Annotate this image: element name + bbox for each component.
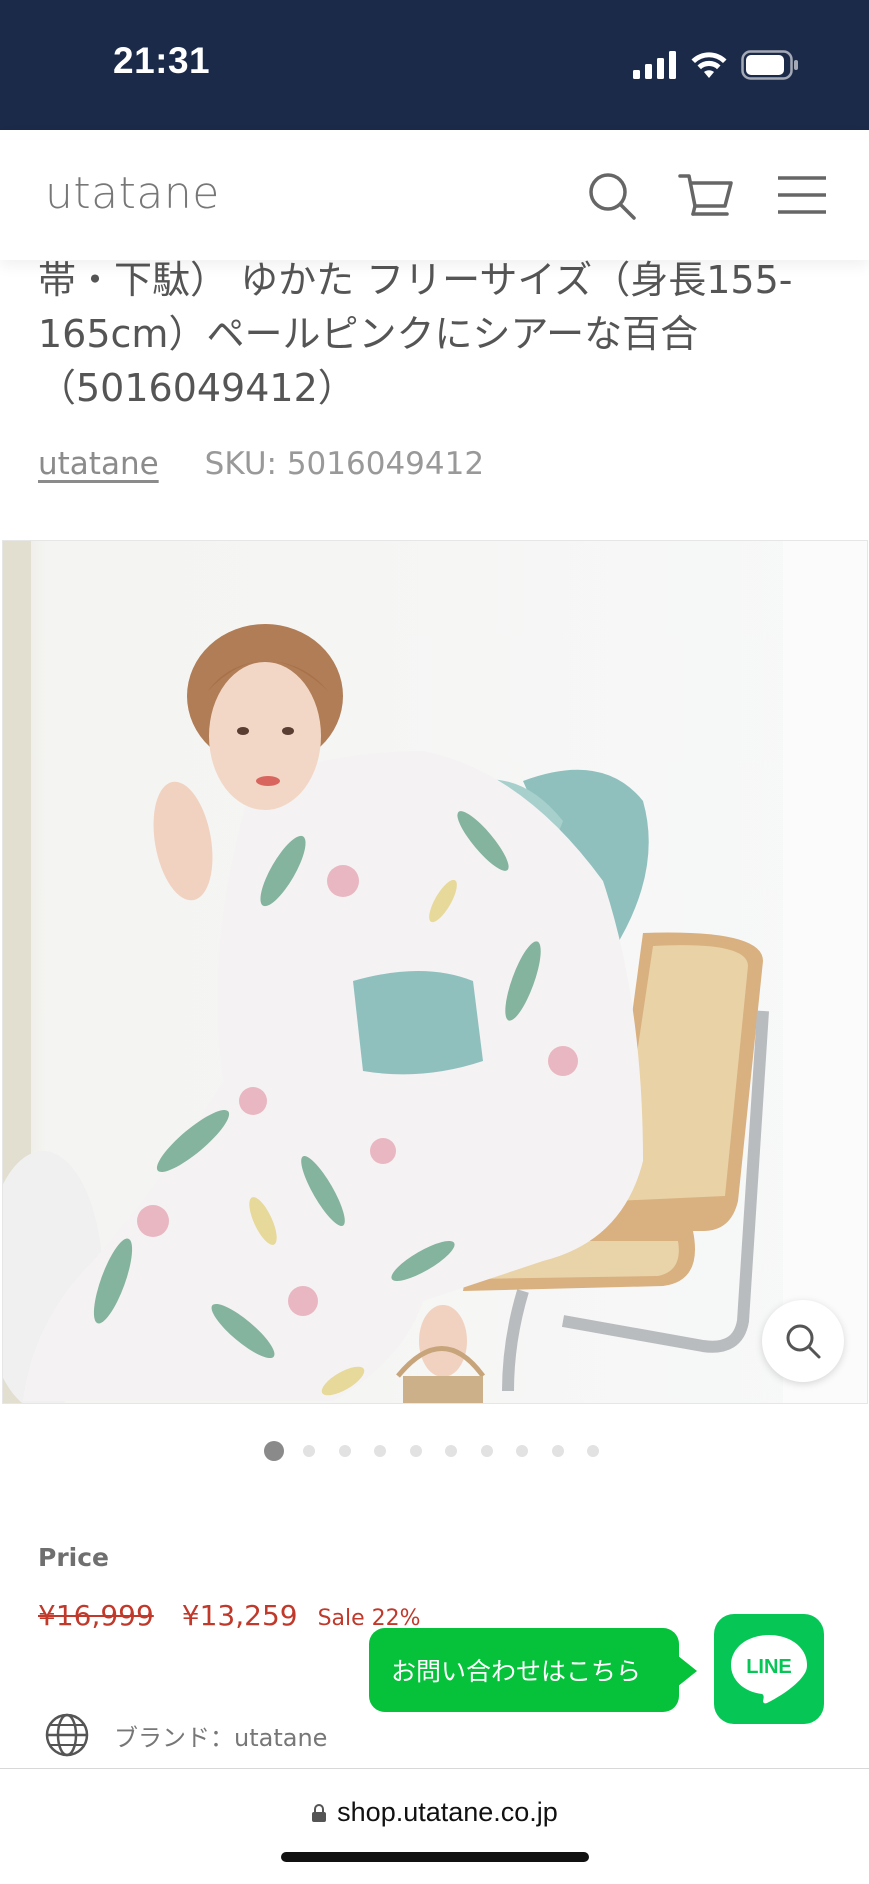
gallery-dot[interactable]: [445, 1445, 457, 1457]
gallery-dot[interactable]: [551, 1445, 564, 1457]
gallery-dot[interactable]: [374, 1445, 386, 1457]
gallery-dot[interactable]: [338, 1445, 351, 1457]
browser-address-bar[interactable]: shop.utatane.co.jp: [0, 1768, 869, 1884]
line-bubble-tail: [677, 1655, 697, 1687]
line-button[interactable]: LINE: [714, 1614, 824, 1724]
cart-icon[interactable]: [678, 168, 734, 224]
price-row: ¥16,999 ¥13,259 Sale 22%: [38, 1599, 421, 1632]
brand-text: ブランド：utatane: [114, 1723, 328, 1752]
lock-icon: [312, 1804, 327, 1822]
price-label: Price: [38, 1543, 109, 1572]
gallery-dot[interactable]: [409, 1445, 422, 1457]
site-header: utatane: [0, 130, 869, 260]
line-contact-bubble[interactable]: お問い合わせはこちら: [369, 1628, 679, 1712]
zoom-icon: [786, 1324, 821, 1359]
status-time: 21:31: [113, 40, 211, 81]
status-bar: 21:31: [0, 0, 869, 130]
search-icon[interactable]: [584, 168, 640, 224]
product-meta: utatane SKU: 5016049412: [38, 446, 484, 482]
brand-row: ブランド：utatane: [44, 1712, 327, 1758]
gallery-dot[interactable]: [480, 1445, 493, 1457]
gallery-dot[interactable]: [264, 1441, 284, 1461]
home-indicator: [281, 1852, 589, 1862]
menu-icon[interactable]: [775, 168, 831, 224]
vendor-link[interactable]: utatane: [38, 446, 159, 482]
sale-price: ¥13,259: [181, 1599, 298, 1632]
url-text: shop.utatane.co.jp: [337, 1797, 558, 1827]
line-logo-icon: LINE: [731, 1635, 807, 1704]
wifi-icon: [691, 52, 727, 78]
gallery-pagination: [264, 1441, 623, 1461]
cellular-signal-icon: [633, 51, 676, 79]
status-icons: [633, 46, 799, 84]
product-sku: SKU: 5016049412: [204, 446, 485, 482]
gallery-dot[interactable]: [303, 1445, 315, 1457]
product-title: 帯・下駄） ゆかた フリーサイズ（身長155-165cm）ペールピンクにシアーな…: [38, 258, 793, 410]
product-photo: [3, 541, 867, 1403]
site-logo[interactable]: utatane: [45, 168, 220, 219]
gallery-dot[interactable]: [516, 1445, 528, 1457]
url-display[interactable]: shop.utatane.co.jp: [0, 1797, 869, 1828]
original-price: ¥16,999: [38, 1599, 154, 1632]
line-logo-text: LINE: [746, 1656, 792, 1678]
product-image[interactable]: [2, 540, 868, 1404]
zoom-button[interactable]: [762, 1300, 844, 1382]
battery-icon: [741, 50, 798, 80]
gallery-dot[interactable]: [587, 1445, 599, 1457]
globe-icon: [45, 1713, 89, 1757]
